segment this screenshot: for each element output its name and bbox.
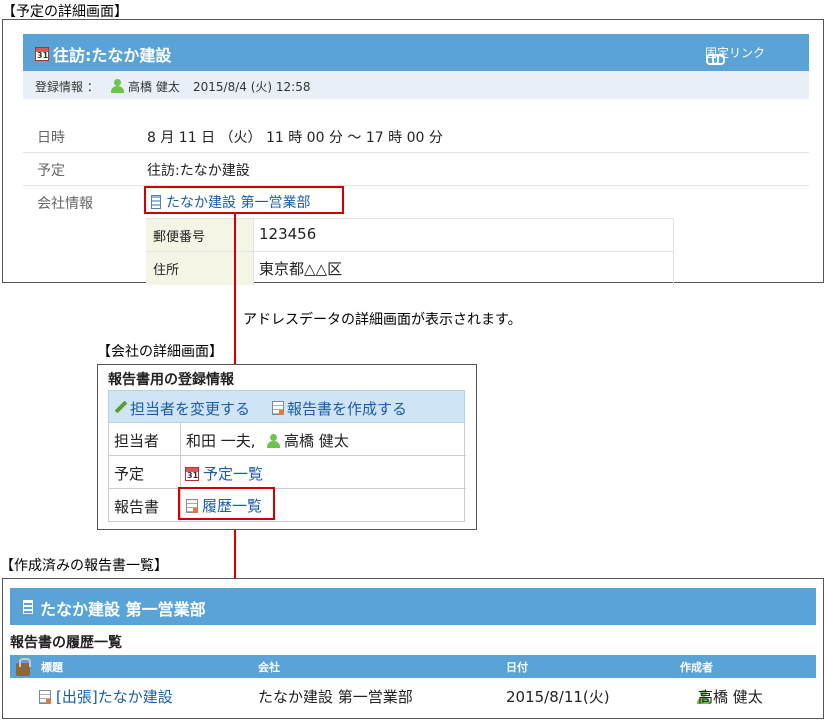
col-company[interactable]: 会社 [258, 659, 280, 675]
registration-label: 登録情報 ： [35, 80, 99, 94]
report-table-header: 標題 会社 日付 作成者 [10, 655, 816, 678]
sub-label-cell: 住所 [146, 252, 253, 285]
registration-info-bar: 登録情報 ： 高橋 健太 2015/8/4 (火) 12:58 [23, 71, 809, 99]
building-icon [151, 195, 161, 209]
calendar-icon [35, 47, 49, 61]
sub-value-cell: 東京都△△区 [253, 252, 674, 285]
company-section-heading: 報告書用の登録情報 [108, 372, 234, 388]
calendar-icon [185, 467, 199, 481]
table-row: [出張]たなか建設 たなか建設 第一営業部 2015/8/11(火) 高橋 健太 [10, 678, 816, 712]
registration-user[interactable]: 高橋 健太 [128, 78, 180, 95]
col-title[interactable]: 標題 [41, 659, 63, 675]
detail-row-datetime: 日時 8 月 11 日 （火） 11 時 00 分 ～ 17 時 00 分 [23, 120, 809, 153]
report-title-link[interactable]: [出張]たなか建設 [56, 686, 173, 707]
col-date[interactable]: 日付 [506, 659, 528, 675]
user-icon [111, 79, 124, 93]
sub-value-cell: 123456 [253, 219, 674, 252]
company-link[interactable]: たなか建設 第一営業部 [166, 192, 310, 212]
detail-row-company: 会社情報 [23, 186, 809, 219]
caption-schedule-detail: 【予定の詳細画面】 [2, 4, 128, 20]
schedule-title-bar: 往訪:たなか建設 固定リンク [23, 34, 809, 71]
col-author[interactable]: 作成者 [680, 659, 713, 675]
caption-company-detail: 【会社の詳細画面】 [97, 344, 223, 360]
caption-report-list: 【作成済みの報告書一覧】 [0, 558, 168, 574]
history-list-link[interactable]: 履歴一覧 [202, 495, 262, 516]
permalink[interactable]: 固定リンク [705, 44, 765, 61]
company-row-person: 担当者 和田 一夫, 高橋 健太 [109, 423, 466, 456]
company-row-schedule: 予定 予定一覧 [109, 456, 466, 489]
report-icon [186, 499, 198, 513]
row-label: 予定 [37, 163, 65, 179]
report-date: 2015/8/11(火) [506, 688, 610, 706]
create-report-link[interactable]: 報告書を作成する [287, 398, 407, 419]
detail-row-schedule: 予定 往訪:たなか建設 [23, 153, 809, 186]
sub-label-cell: 郵便番号 [146, 219, 253, 252]
report-list-panel: たなか建設 第一営業部 報告書の履歴一覧 標題 会社 日付 作成者 [出張]たな… [2, 578, 824, 719]
schedule-list-link[interactable]: 予定一覧 [203, 463, 263, 484]
company-action-bar: 担当者を変更する 報告書を作成する [108, 390, 465, 423]
sub-label: 郵便番号 [153, 230, 206, 245]
company-link-highlight[interactable]: たなか建設 第一営業部 [144, 186, 344, 214]
report-icon [272, 401, 284, 415]
sub-label: 住所 [153, 263, 180, 278]
person-name: 和田 一夫, [186, 432, 256, 450]
row-label: 担当者 [114, 432, 160, 450]
report-history-heading: 報告書の履歴一覧 [10, 635, 122, 651]
row-label: 会社情報 [37, 196, 93, 212]
person-name: 高橋 健太 [284, 432, 349, 450]
lock-icon [16, 657, 31, 676]
pencil-icon [114, 400, 128, 414]
caption-address-note: アドレスデータの詳細画面が表示されます。 [243, 312, 522, 328]
report-company: たなか建設 第一営業部 [258, 688, 413, 706]
row-label: 予定 [114, 465, 145, 483]
report-company-title: たなか建設 第一営業部 [40, 600, 206, 619]
row-label: 日時 [37, 130, 65, 146]
company-detail-panel: 報告書用の登録情報 担当者を変更する 報告書を作成する 担当者 和田 一夫, 高… [97, 364, 477, 530]
report-icon [39, 690, 51, 704]
company-row-report: 報告書 [109, 489, 466, 522]
registration-date: 2015/8/4 (火) 12:58 [193, 80, 311, 94]
user-icon [267, 434, 280, 448]
company-sub-table: 郵便番号 123456 住所 東京都△△区 [146, 218, 674, 285]
sub-value: 東京都△△区 [259, 260, 343, 278]
company-info-table: 担当者 和田 一夫, 高橋 健太 予定 予定一覧 報告書 [108, 423, 466, 522]
report-author: 高橋 健太 [698, 688, 763, 706]
change-person-link[interactable]: 担当者を変更する [130, 398, 250, 419]
row-label: 報告書 [114, 498, 160, 516]
schedule-detail-panel: 往訪:たなか建設 固定リンク 登録情報 ： 高橋 健太 2015/8/4 (火)… [2, 19, 824, 285]
schedule-title: 往訪:たなか建設 [53, 46, 172, 65]
sub-value: 123456 [259, 225, 317, 243]
row-value: 8 月 11 日 （火） 11 時 00 分 ～ 17 時 00 分 [147, 130, 443, 146]
row-value: 往訪:たなか建設 [147, 163, 250, 179]
building-icon [23, 600, 33, 614]
report-title-bar: たなか建設 第一営業部 [10, 588, 816, 625]
history-link-highlight[interactable]: 履歴一覧 [178, 487, 275, 520]
